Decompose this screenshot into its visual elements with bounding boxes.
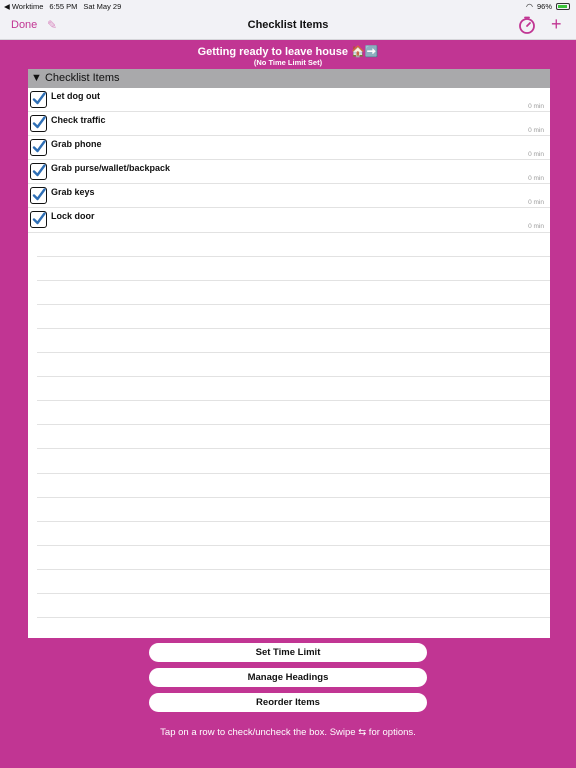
time-limit-subtitle: (No Time Limit Set) — [253, 58, 323, 67]
section-header-checklist-items[interactable]: ▼ Checklist Items — [28, 69, 550, 88]
item-duration: 0 min — [528, 151, 544, 159]
empty-row — [37, 570, 550, 594]
checkbox-checked-icon[interactable] — [30, 211, 47, 229]
item-label: Check traffic — [51, 115, 106, 126]
checklist-row[interactable]: Grab keys 0 min — [28, 184, 550, 209]
item-duration: 0 min — [528, 103, 544, 110]
checklist-row[interactable]: Grab purse/wallet/backpack 0 min — [28, 160, 550, 185]
empty-row — [37, 546, 550, 570]
empty-row — [37, 522, 550, 546]
checklist-row[interactable]: Check traffic 0 min — [28, 112, 550, 137]
empty-row — [37, 449, 550, 474]
checkbox-checked-icon[interactable] — [30, 163, 47, 181]
checkbox-checked-icon[interactable] — [30, 139, 47, 157]
empty-row — [37, 377, 550, 402]
checklist-row[interactable]: Grab phone 0 min — [28, 136, 550, 161]
empty-row — [37, 353, 550, 378]
checklist-title: Getting ready to leave house 🏠➡️ — [197, 46, 379, 58]
empty-row — [37, 498, 550, 522]
checklist-row[interactable]: Lock door 0 min — [28, 208, 550, 233]
empty-row — [37, 281, 550, 305]
item-label: Lock door — [51, 211, 95, 222]
page-title: Checklist Items — [247, 19, 329, 31]
wifi-icon: ◠ — [526, 2, 533, 11]
manage-headings-button[interactable]: Manage Headings — [149, 668, 427, 687]
timer-icon[interactable] — [517, 15, 537, 35]
empty-row — [37, 618, 550, 638]
item-label: Grab purse/wallet/backpack — [51, 163, 171, 174]
empty-row — [37, 257, 550, 281]
reorder-items-button[interactable]: Reorder Items — [149, 693, 427, 712]
set-time-limit-button[interactable]: Set Time Limit — [149, 643, 427, 662]
add-button[interactable]: + — [551, 15, 562, 33]
navigation-bar: Done ✎ Checklist Items + — [0, 12, 576, 40]
item-label: Grab phone — [51, 139, 102, 150]
back-to-app[interactable]: ◀ Worktime — [4, 2, 43, 11]
item-duration: 0 min — [528, 127, 544, 135]
empty-row — [37, 329, 550, 354]
empty-row — [37, 425, 550, 450]
status-time: 6:55 PM — [49, 2, 78, 11]
checklist-table[interactable]: ▼ Checklist Items Let dog out 0 min Check … — [28, 69, 550, 638]
item-duration: 0 min — [528, 223, 544, 231]
empty-row — [37, 305, 550, 329]
battery-icon — [556, 3, 570, 10]
item-duration: 0 min — [528, 199, 544, 207]
checklist-row[interactable]: Let dog out 0 min — [28, 88, 550, 113]
empty-row — [37, 401, 550, 426]
battery-percent: 96% — [536, 2, 552, 11]
status-date: Sat May 29 — [83, 2, 122, 11]
status-bar: ◀ Worktime 6:55 PM Sat May 29 ◠ 96% — [0, 0, 576, 12]
checkbox-checked-icon[interactable] — [30, 187, 47, 205]
empty-row — [37, 233, 550, 257]
checkbox-checked-icon[interactable] — [30, 115, 47, 133]
empty-row — [37, 594, 550, 619]
item-label: Grab keys — [51, 187, 95, 198]
item-duration: 0 min — [528, 175, 544, 183]
checkbox-checked-icon[interactable] — [30, 91, 47, 108]
item-label: Let dog out — [51, 91, 100, 101]
empty-row — [37, 474, 550, 498]
usage-hint: Tap on a row to check/uncheck the box. S… — [160, 727, 416, 738]
